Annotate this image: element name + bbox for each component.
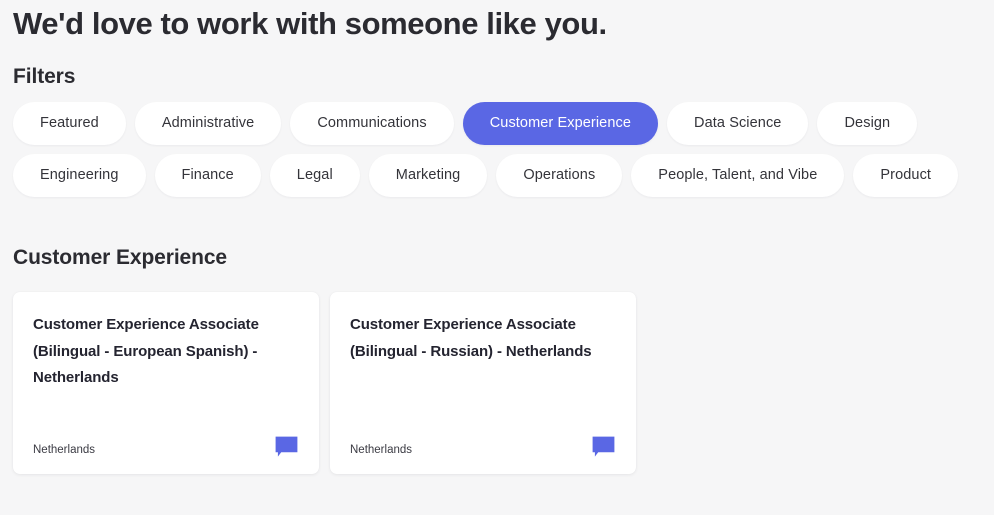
job-title: Customer Experience Associate (Bilingual… <box>350 316 592 360</box>
job-card-list: Customer Experience Associate (Bilingual… <box>13 292 994 474</box>
speech-bubble-icon <box>275 436 298 457</box>
page-title: We'd love to work with someone like you. <box>13 6 607 41</box>
results-section: Customer Experience Customer Experience … <box>13 243 994 474</box>
filter-pill-people-talent-and-vibe[interactable]: People, Talent, and Vibe <box>631 154 845 197</box>
filter-pill-group: Featured Administrative Communications C… <box>13 102 994 197</box>
filter-pill-operations[interactable]: Operations <box>496 154 623 197</box>
job-card-footer: Netherlands <box>350 435 616 460</box>
filter-pill-engineering[interactable]: Engineering <box>13 154 146 197</box>
filter-pill-customer-experience[interactable]: Customer Experience <box>462 102 659 145</box>
filter-pill-legal[interactable]: Legal <box>269 154 360 197</box>
job-location: Netherlands <box>33 444 96 456</box>
filter-pill-marketing[interactable]: Marketing <box>368 154 488 197</box>
job-card[interactable]: Customer Experience Associate (Bilingual… <box>13 292 319 474</box>
careers-page: We'd love to work with someone like you.… <box>0 0 994 515</box>
job-location: Netherlands <box>350 444 413 456</box>
filter-pill-featured[interactable]: Featured <box>13 102 126 145</box>
filter-row-1: Featured Administrative Communications C… <box>13 102 994 145</box>
job-title: Customer Experience Associate (Bilingual… <box>33 316 259 386</box>
results-heading: Customer Experience <box>13 246 228 269</box>
filters-heading: Filters <box>13 65 76 88</box>
filter-pill-administrative[interactable]: Administrative <box>134 102 282 145</box>
job-card-footer: Netherlands <box>33 435 299 460</box>
job-card[interactable]: Customer Experience Associate (Bilingual… <box>330 292 636 474</box>
filter-pill-finance[interactable]: Finance <box>154 154 261 197</box>
filter-pill-data-science[interactable]: Data Science <box>667 102 809 145</box>
filter-pill-design[interactable]: Design <box>817 102 918 145</box>
speech-bubble-icon <box>592 436 615 457</box>
filter-pill-communications[interactable]: Communications <box>290 102 454 145</box>
filter-pill-product[interactable]: Product <box>853 154 959 197</box>
filter-row-2: Engineering Finance Legal Marketing Oper… <box>13 154 994 197</box>
